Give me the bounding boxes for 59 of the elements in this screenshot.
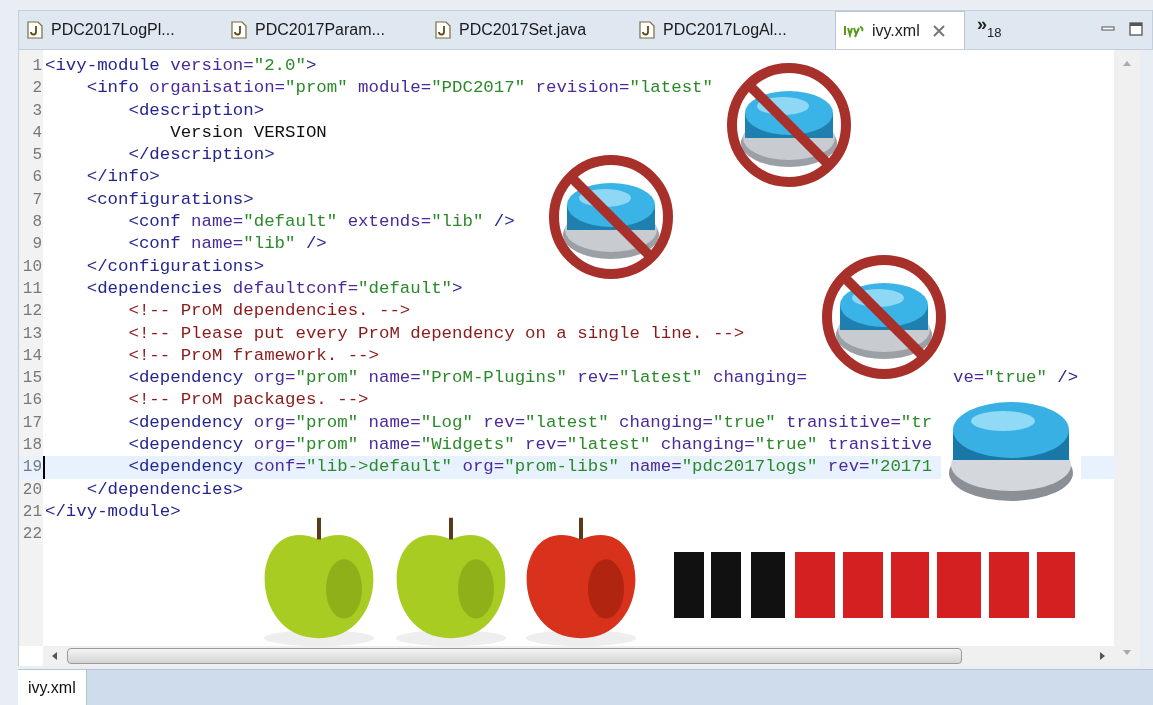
line-number: 9 bbox=[31, 234, 43, 256]
line-number: 20 bbox=[21, 479, 43, 501]
code-line: <!-- ProM dependencies. --> bbox=[127, 300, 411, 323]
editor-tab[interactable]: PDC2017LogPl... bbox=[19, 11, 223, 49]
line-number: 11 bbox=[21, 278, 43, 300]
editor-tab[interactable]: PDC2017Set.java bbox=[427, 11, 631, 49]
editor-tab[interactable]: PDC2017LogAl... bbox=[631, 11, 835, 49]
line-number: 4 bbox=[31, 122, 43, 144]
editor-tab[interactable]: ivy.xml bbox=[835, 11, 965, 49]
java-file-icon bbox=[231, 21, 247, 39]
code-line: Version VERSION bbox=[169, 121, 327, 144]
close-icon[interactable] bbox=[931, 23, 946, 38]
line-number: 7 bbox=[31, 189, 43, 211]
code-line: <conf name="default" extends="lib" /> bbox=[127, 211, 515, 234]
line-number: 6 bbox=[31, 167, 43, 189]
line-number: 14 bbox=[21, 345, 43, 367]
code-line: <conf name="lib" /> bbox=[127, 233, 327, 256]
horizontal-scrollbar[interactable] bbox=[43, 646, 1114, 666]
line-number: 16 bbox=[21, 390, 43, 412]
line-number: 10 bbox=[21, 256, 43, 278]
code-line: <!-- ProM framework. --> bbox=[127, 344, 379, 367]
java-file-icon bbox=[27, 21, 43, 39]
editor-tab[interactable]: PDC2017Param... bbox=[223, 11, 427, 49]
code-line: <!-- Please put every ProM dependency on a single line. --> bbox=[127, 322, 745, 345]
code-line: </description> bbox=[127, 144, 275, 167]
code-line: <dependency org="prom" name="Widgets" rev="latest" changing="true" transitive bbox=[127, 434, 933, 457]
line-number: 21 bbox=[21, 501, 43, 523]
line-number: 18 bbox=[21, 435, 43, 457]
line-number: 22 bbox=[21, 524, 43, 546]
maximize-icon[interactable] bbox=[1128, 21, 1144, 37]
line-number: 15 bbox=[21, 368, 43, 390]
line-number: 13 bbox=[21, 323, 43, 345]
code-line: <info organisation="prom" module="PDC2017" revision="latest" bbox=[85, 77, 713, 100]
scrollbar-thumb[interactable] bbox=[67, 648, 962, 664]
line-number: 1 bbox=[31, 56, 43, 77]
code-line: <!-- ProM packages. --> bbox=[127, 389, 369, 412]
page-tab[interactable]: ivy.xml bbox=[18, 670, 87, 705]
code-line: </info> bbox=[85, 166, 160, 189]
code-line: </configurations> bbox=[85, 255, 265, 278]
line-number: 2 bbox=[31, 78, 43, 100]
java-file-icon bbox=[639, 21, 655, 39]
java-file-icon bbox=[435, 21, 451, 39]
code-line: <description> bbox=[127, 99, 265, 122]
line-number: 19 bbox=[21, 457, 43, 479]
code-line: </dependencies> bbox=[85, 478, 244, 501]
vertical-scrollbar[interactable] bbox=[1114, 50, 1140, 666]
line-number: 12 bbox=[21, 301, 43, 323]
line-number: 3 bbox=[31, 100, 43, 122]
code-line: <configurations> bbox=[85, 188, 254, 211]
code-line: <dependency conf="lib->default" org="prom-libs" name="pdc2017logs" rev="20171 bbox=[127, 456, 933, 479]
code-line: <dependencies defaultconf="default"> bbox=[85, 277, 463, 300]
code-line: <ivy-module version="2.0"> bbox=[45, 55, 317, 77]
line-number: 5 bbox=[31, 145, 43, 167]
line-number: 8 bbox=[31, 212, 43, 234]
line-number: 17 bbox=[21, 412, 43, 434]
code-line: <dependency org="prom" name="Log" rev="latest" changing="true" transitive="tr bbox=[127, 411, 933, 434]
ivy-leaf-icon bbox=[844, 23, 864, 38]
code-line: </ivy-module> bbox=[45, 500, 181, 523]
code-line: <dependency org="prom" name="ProM-Plugins" rev="latest" changing= ve="true" /> bbox=[127, 367, 1079, 390]
